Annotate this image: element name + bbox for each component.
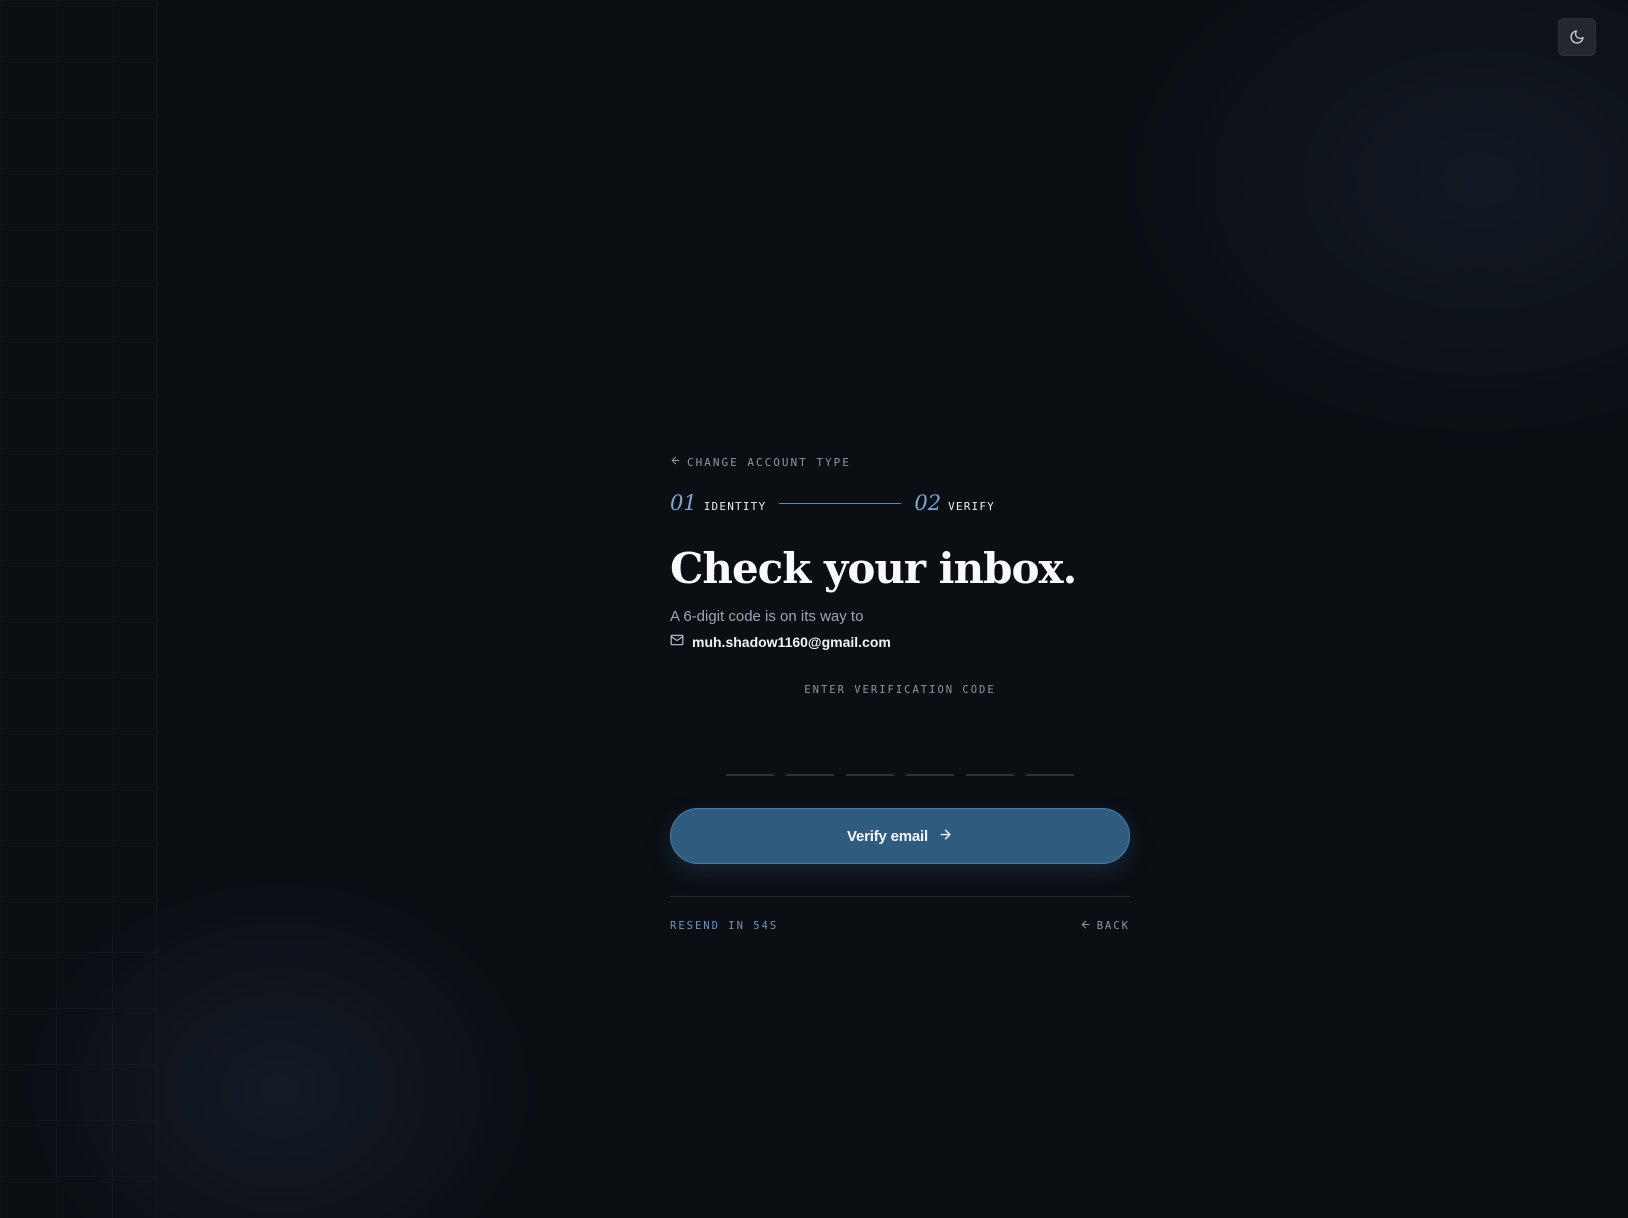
email-display: muh.shadow1160@gmail.com: [670, 633, 1130, 650]
otp-digit-6[interactable]: [1026, 734, 1074, 776]
back-link[interactable]: BACK: [1080, 919, 1130, 933]
verify-email-button[interactable]: Verify email: [670, 808, 1130, 864]
mail-icon: [670, 633, 684, 650]
otp-digit-5[interactable]: [966, 734, 1014, 776]
otp-digit-4[interactable]: [906, 734, 954, 776]
subtitle: A 6-digit code is on its way to: [670, 608, 864, 625]
email-address: muh.shadow1160@gmail.com: [692, 633, 891, 650]
otp-digit-2[interactable]: [786, 734, 834, 776]
verify-email-label: Verify email: [847, 827, 928, 845]
step-label: IDENTITY: [703, 500, 767, 513]
step-verify: 02 VERIFY: [914, 491, 995, 515]
back-label: BACK: [1096, 920, 1130, 932]
divider: [670, 896, 1130, 897]
step-number: 01: [670, 491, 697, 515]
theme-toggle-button[interactable]: [1558, 18, 1596, 56]
step-identity: 01 IDENTITY: [670, 491, 766, 515]
change-account-type-link[interactable]: CHANGE ACCOUNT TYPE: [670, 450, 1130, 474]
verification-code-label: ENTER VERIFICATION CODE: [804, 684, 996, 696]
resend-countdown: RESEND IN 54S: [670, 920, 779, 932]
stepper: 01 IDENTITY 02 VERIFY: [670, 488, 1130, 518]
step-label: VERIFY: [948, 500, 995, 513]
step-number: 02: [914, 491, 942, 515]
footer-actions: RESEND IN 54S BACK: [670, 919, 1130, 933]
arrow-left-icon: [670, 455, 681, 469]
step-connector: [779, 502, 902, 504]
page-title: Check your inbox.: [670, 544, 1077, 593]
otp-digit-1[interactable]: [726, 734, 774, 776]
moon-icon: [1569, 29, 1585, 45]
arrow-left-icon: [1080, 919, 1091, 933]
arrow-right-icon: [938, 827, 953, 846]
left-grid-rail: [0, 0, 157, 1218]
otp-digit-3[interactable]: [846, 734, 894, 776]
change-account-type-label: CHANGE ACCOUNT TYPE: [687, 455, 851, 469]
verify-panel: CHANGE ACCOUNT TYPE 01 IDENTITY 02 VERIF…: [670, 450, 1130, 933]
otp-input-group: [670, 734, 1130, 776]
